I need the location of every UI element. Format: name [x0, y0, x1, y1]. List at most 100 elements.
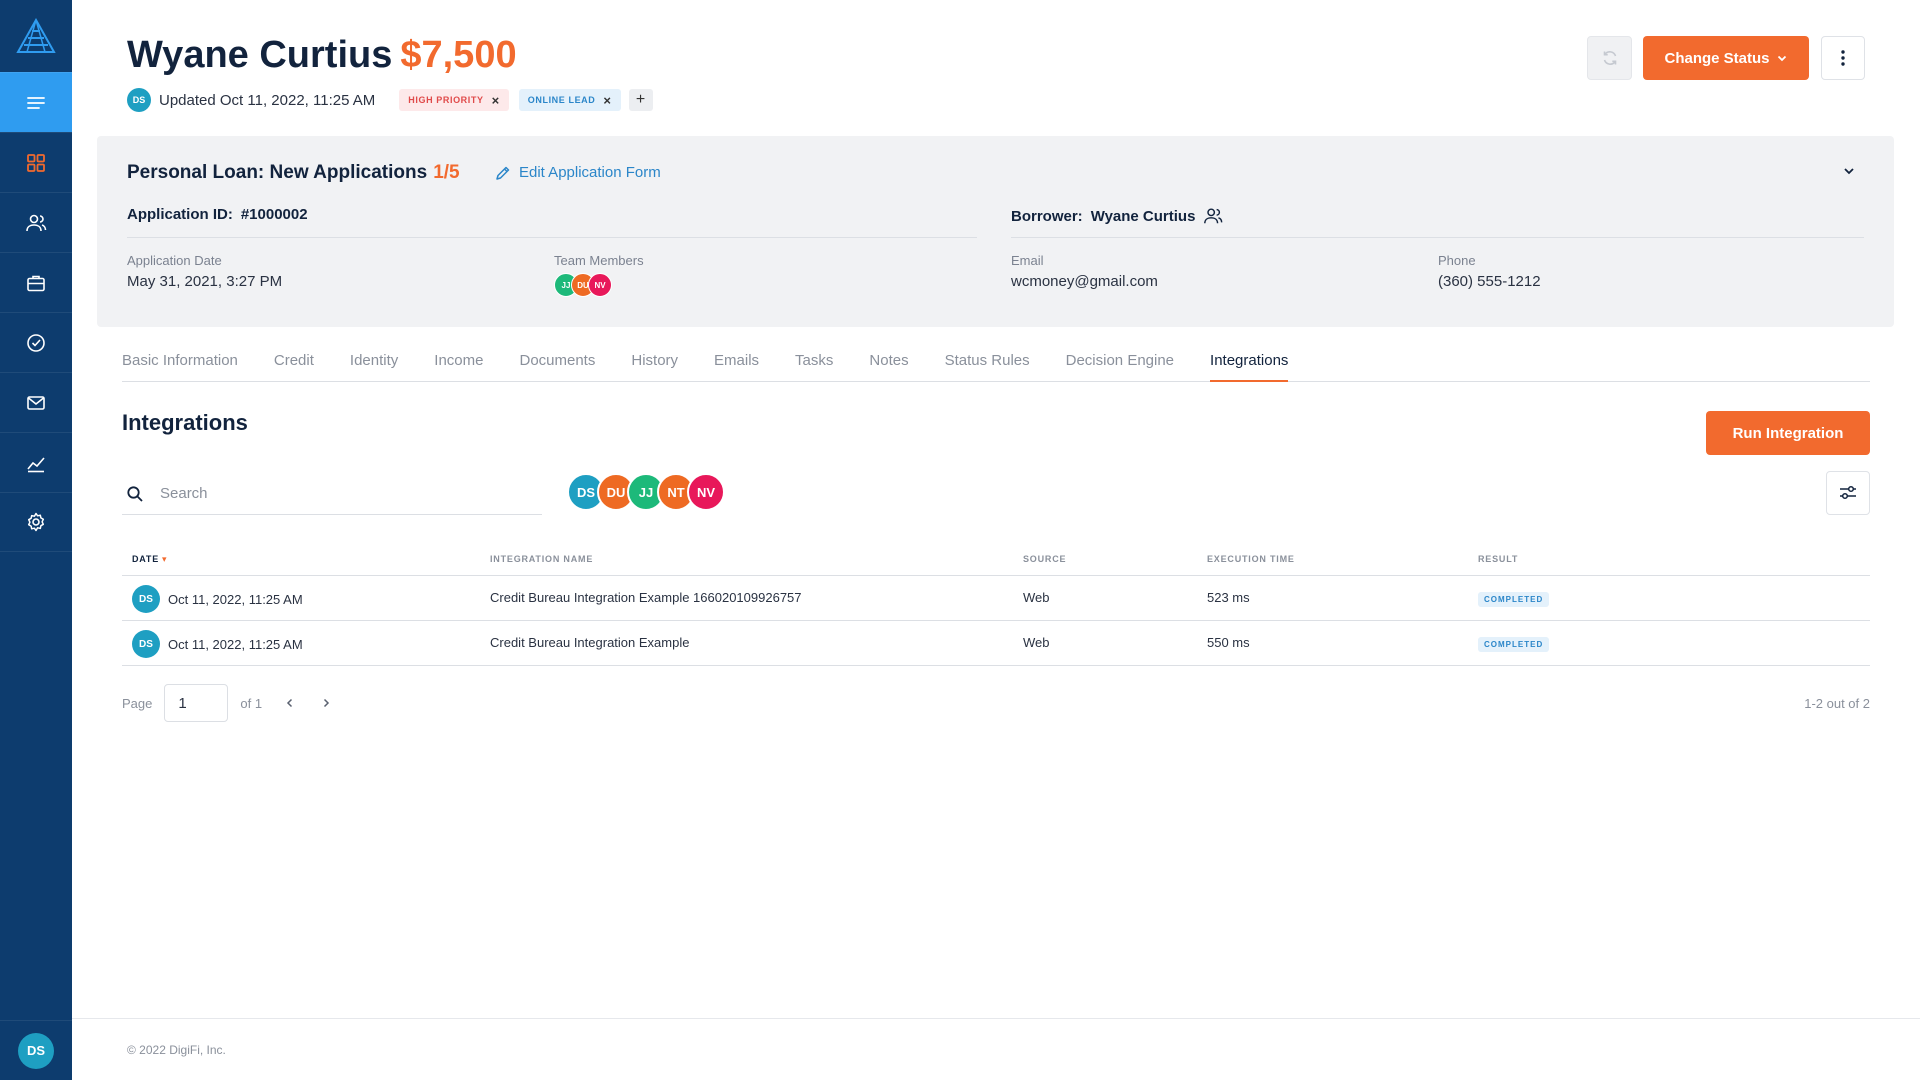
divider [1011, 237, 1864, 238]
date-text: Oct 11, 2022, 11:25 AM [168, 636, 303, 652]
tab-tasks[interactable]: Tasks [795, 344, 833, 382]
add-tag-button[interactable]: + [628, 89, 653, 111]
tab-credit[interactable]: Credit [274, 344, 314, 382]
application-date-field: Application Date May 31, 2021, 3:27 PM [127, 253, 282, 290]
run-integration-button[interactable]: Run Integration [1706, 411, 1870, 455]
user-menu[interactable]: DS [0, 1020, 72, 1080]
borrower-label: Borrower: [1011, 207, 1083, 225]
row-source: Web [1023, 590, 1050, 605]
table-row[interactable]: DS Oct 11, 2022, 11:25 AM Credit Bureau … [122, 576, 1870, 621]
tab-identity[interactable]: Identity [350, 344, 398, 382]
sidebar-item-contacts[interactable] [0, 192, 72, 252]
date-text: Oct 11, 2022, 11:25 AM [168, 591, 303, 607]
header-meta: DS Updated Oct 11, 2022, 11:25 AM HIGH P… [127, 88, 653, 112]
column-header-integration-name[interactable]: INTEGRATION NAME [490, 554, 593, 564]
team-members-label: Team Members [554, 253, 644, 268]
column-header-source[interactable]: SOURCE [1023, 554, 1066, 564]
divider [127, 237, 977, 238]
result-range: 1-2 out of 2 [1804, 695, 1870, 711]
tab-emails[interactable]: Emails [714, 344, 759, 382]
tab-notes[interactable]: Notes [869, 344, 908, 382]
application-id-value: #1000002 [240, 206, 308, 223]
integrations-table: DATE ▾ INTEGRATION NAME SOURCE EXECUTION … [122, 546, 1870, 666]
sidebar-item-settings[interactable] [0, 492, 72, 552]
mail-icon [27, 395, 45, 410]
tag-label: ONLINE LEAD [527, 95, 596, 105]
email-field: Email wcmoney@gmail.com [1011, 253, 1158, 290]
sidebar-item-emails[interactable] [0, 372, 72, 432]
page-title: Wyane Curtius $7,500 [127, 34, 517, 77]
change-status-label: Change Status [1664, 49, 1770, 67]
next-page-button[interactable] [320, 697, 332, 709]
user-avatar: DS [18, 1032, 54, 1069]
row-integration-name: Credit Bureau Integration Example [490, 635, 690, 650]
application-card: Personal Loan: New Applications 1/5 Edit … [97, 136, 1894, 327]
remove-tag-icon[interactable]: × [603, 93, 611, 108]
sidebar-item-dashboard[interactable] [0, 132, 72, 192]
avatar: NV [588, 273, 612, 297]
edit-application-form-link[interactable]: Edit Application Form [495, 164, 661, 181]
application-tabs: Basic Information Credit Identity Income… [122, 344, 1870, 382]
sidebar-item-applications[interactable] [0, 252, 72, 312]
status-badge: COMPLETED [1478, 592, 1550, 607]
digifi-logo-icon[interactable] [0, 0, 72, 72]
column-header-date[interactable]: DATE ▾ [132, 554, 167, 565]
change-status-button[interactable]: Change Status [1643, 36, 1809, 80]
loan-amount: $7,500 [400, 34, 517, 76]
row-integration-name: Credit Bureau Integration Example 166020… [490, 590, 802, 605]
phone-field: Phone (360) 555-1212 [1438, 253, 1541, 290]
sliders-icon [1840, 485, 1856, 500]
footer: © 2022 DigiFi, Inc. [72, 1018, 1920, 1080]
refresh-icon [1603, 51, 1616, 65]
row-date: DS Oct 11, 2022, 11:25 AM [132, 585, 303, 613]
borrower-value[interactable]: Wyane Curtius [1091, 208, 1196, 225]
borrower-name: Wyane Curtius [127, 34, 393, 76]
table-row[interactable]: DS Oct 11, 2022, 11:25 AM Credit Bureau … [122, 621, 1870, 666]
column-header-result[interactable]: RESULT [1478, 554, 1518, 564]
page-number-input[interactable]: 1 [164, 684, 229, 722]
collapse-card-button[interactable] [1842, 164, 1856, 183]
application-product-title: Personal Loan: New Applications 1/5 [127, 162, 460, 184]
sidebar-item-reports[interactable] [0, 432, 72, 492]
sidebar-item-menu[interactable] [0, 72, 72, 132]
tab-basic-information[interactable]: Basic Information [122, 344, 238, 382]
filter-button[interactable] [1826, 471, 1870, 515]
remove-tag-icon[interactable]: × [492, 93, 500, 108]
tab-decision-engine[interactable]: Decision Engine [1066, 344, 1174, 382]
tab-documents[interactable]: Documents [519, 344, 595, 382]
check-circle-icon [27, 333, 45, 352]
chart-line-icon [27, 456, 45, 472]
chevron-down-icon [1777, 55, 1786, 62]
sidebar: DS [0, 0, 72, 1080]
team-members-avatars[interactable]: JJ DU NV [554, 273, 644, 297]
tag-label: HIGH PRIORITY [408, 95, 484, 105]
page-total: of 1 [240, 695, 263, 711]
sort-arrow-icon: ▾ [162, 554, 168, 564]
tab-status-rules[interactable]: Status Rules [945, 344, 1030, 382]
refresh-button[interactable] [1587, 36, 1632, 80]
gear-icon [27, 512, 45, 532]
row-source: Web [1023, 635, 1050, 650]
main-content: Wyane Curtius $7,500 DS Updated Oct 11, 2… [72, 0, 1920, 1080]
tab-integrations[interactable]: Integrations [1210, 344, 1289, 382]
sidebar-item-tasks[interactable] [0, 312, 72, 372]
email-label: Email [1011, 253, 1044, 268]
more-actions-button[interactable] [1821, 36, 1865, 80]
search-bar [122, 473, 542, 515]
tab-income[interactable]: Income [434, 344, 483, 382]
previous-page-button[interactable] [284, 697, 296, 709]
search-icon [127, 485, 143, 502]
column-header-execution-time[interactable]: EXECUTION TIME [1207, 554, 1295, 564]
borrower-people-icon[interactable] [1203, 206, 1223, 226]
chevron-left-icon [287, 698, 293, 708]
phone-value: (360) 555-1212 [1438, 273, 1541, 290]
grid-icon [27, 153, 45, 172]
row-result: COMPLETED [1478, 590, 1550, 607]
phone-label: Phone [1438, 253, 1476, 268]
more-vertical-icon [1841, 50, 1845, 66]
tab-history[interactable]: History [631, 344, 678, 382]
search-input[interactable] [160, 485, 520, 502]
user-filter-avatar[interactable]: NV [687, 473, 725, 511]
borrower: Borrower: Wyane Curtius [1011, 206, 1223, 226]
application-id: Application ID: #1000002 [127, 206, 308, 223]
